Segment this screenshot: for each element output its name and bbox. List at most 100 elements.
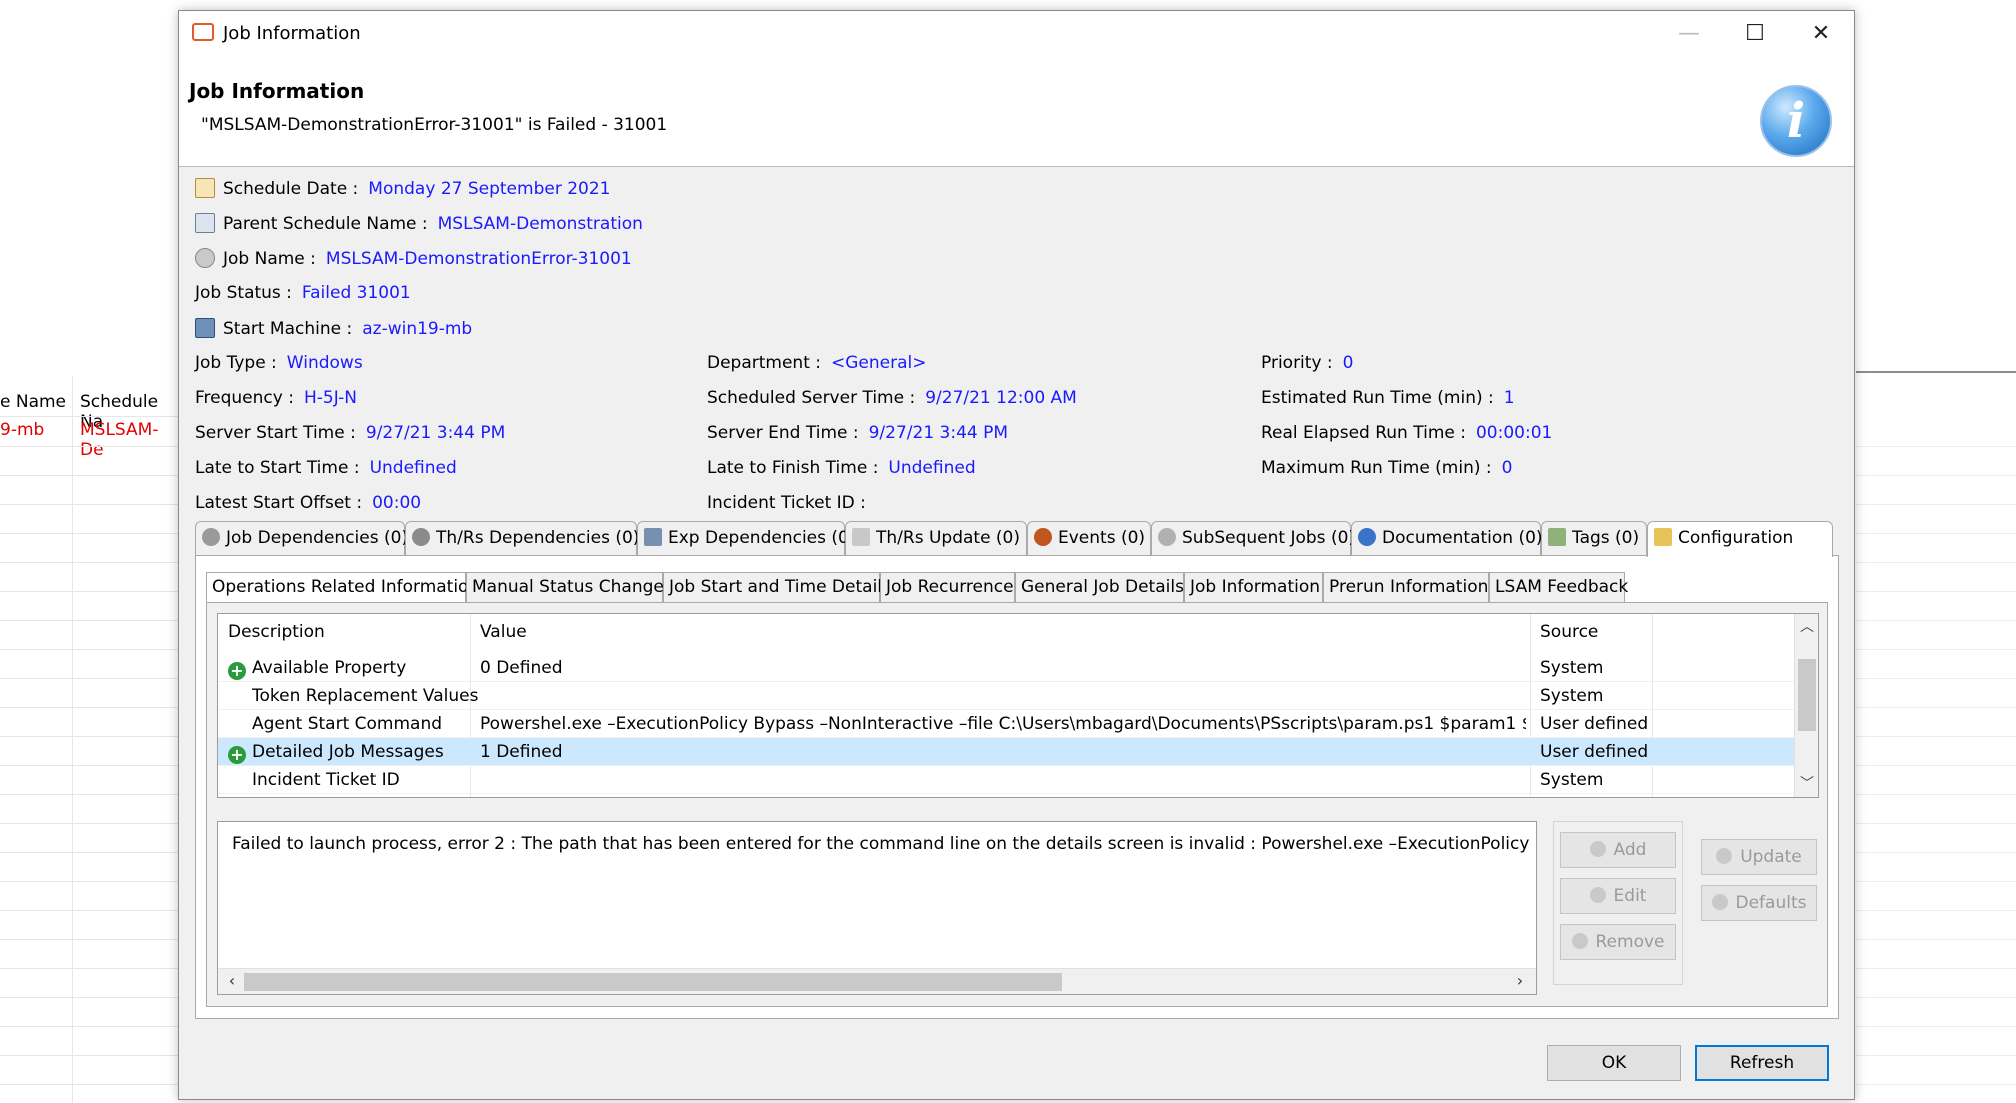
row-source: System [1540, 686, 1604, 706]
vertical-scrollbar[interactable]: ︿ ﹀ [1794, 614, 1818, 797]
background-row-line [0, 881, 180, 882]
background-row-line [0, 794, 180, 795]
table-row[interactable]: Incident Ticket ID System [218, 766, 1794, 794]
pencil-icon [1654, 528, 1672, 546]
background-row-line [0, 416, 180, 417]
background-row-line [1856, 910, 2016, 911]
dialog-header: Job Information "MSLSAM-DemonstrationErr… [179, 55, 1854, 167]
tab-exp-dependencies[interactable]: Exp Dependencies (0) [637, 521, 855, 555]
subtab-manual-status-changes[interactable]: Manual Status Changes [466, 572, 673, 602]
department-field: Department : <General> [707, 353, 927, 373]
scroll-right-icon[interactable]: › [1508, 971, 1532, 990]
background-row-line [1856, 620, 2016, 621]
subtab-lsam-feedback[interactable]: LSAM Feedback [1489, 572, 1628, 602]
edit-icon [1589, 887, 1606, 903]
server-start-time-field: Server Start Time :9/27/21 3:44 PM [195, 423, 506, 443]
background-row-line [0, 591, 180, 592]
col-header-description[interactable]: Description [228, 622, 325, 650]
close-button[interactable]: ✕ [1788, 11, 1854, 55]
help-icon [1358, 528, 1376, 546]
subtab-operations-related-information[interactable]: Operations Related Information [206, 572, 479, 602]
background-row-line [1856, 736, 2016, 737]
subtab-job-start-and-time-details[interactable]: Job Start and Time Details [663, 572, 891, 602]
expand-icon[interactable]: + [228, 742, 246, 764]
estimated-run-time-field: Estimated Run Time (min) :1 [1261, 388, 1515, 408]
tab-thrs-update[interactable]: Th/Rs Update (0) [845, 521, 1027, 555]
tab-tags[interactable]: Tags (0) [1541, 521, 1647, 555]
background-row-line [0, 504, 180, 505]
main-tabbar: Job Dependencies (0) Th/Rs Dependencies … [195, 521, 1839, 557]
latest-start-offset-field: Latest Start Offset :00:00 [195, 493, 422, 513]
background-row-line [0, 968, 180, 969]
table-row[interactable]: Agent Start Command Powershel.exe –Execu… [218, 710, 1794, 738]
table-row[interactable]: + Available Property 0 Defined System [218, 654, 1794, 682]
tab-configuration[interactable]: Configuration [1647, 521, 1833, 557]
scroll-down-icon[interactable]: ﹀ [1795, 773, 1819, 795]
edit-button[interactable]: Edit [1560, 878, 1676, 914]
job-name-field: Job Name : MSLSAM-DemonstrationError-3100… [195, 248, 632, 269]
header-subtitle: "MSLSAM-DemonstrationError-31001" is Fai… [201, 115, 668, 135]
background-row-line [1856, 852, 2016, 853]
schedule-date-field: Schedule Date : Monday 27 September 2021 [195, 178, 610, 199]
row-description: Detailed Job Messages [252, 742, 444, 762]
row-description: Incident Ticket ID [252, 770, 400, 790]
scrollbar-thumb[interactable] [1798, 659, 1816, 731]
background-row-line [1856, 1084, 2016, 1085]
add-icon [1589, 841, 1606, 857]
table-row[interactable]: + Detailed Job Messages 1 Defined User d… [218, 738, 1794, 766]
horizontal-scrollbar[interactable]: ‹ › [218, 968, 1536, 994]
background-row-line [1856, 533, 2016, 534]
remove-button[interactable]: Remove [1560, 924, 1676, 960]
background-col-header: Schedule Na [80, 392, 159, 432]
subtab-job-information[interactable]: Job Information [1184, 572, 1323, 602]
background-row-line [0, 678, 180, 679]
start-machine-field: Start Machine : az-win19-mb [195, 318, 472, 339]
background-row-line [0, 562, 180, 563]
background-row-line [1856, 678, 2016, 679]
maximum-run-time-field: Maximum Run Time (min) :0 [1261, 458, 1513, 478]
tab-events[interactable]: Events (0) [1027, 521, 1151, 555]
job-information-dialog: Job Information — ☐ ✕ Job Information "M… [178, 10, 1855, 1100]
background-row-line [1856, 707, 2016, 708]
job-message-box[interactable]: Failed to launch process, error 2 : The … [217, 821, 1537, 995]
scroll-up-icon[interactable]: ︿ [1795, 616, 1819, 638]
background-row-line [0, 533, 180, 534]
col-header-value[interactable]: Value [480, 622, 527, 650]
update-button[interactable]: Update [1701, 839, 1817, 875]
row-description: Token Replacement Values [252, 686, 479, 706]
refresh-button[interactable]: Refresh [1695, 1045, 1829, 1081]
events-icon [1034, 528, 1052, 546]
ok-button[interactable]: OK [1547, 1045, 1681, 1081]
background-row-line [0, 823, 180, 824]
row-description: Available Property [252, 658, 407, 678]
defaults-button[interactable]: Defaults [1701, 885, 1817, 921]
tab-job-dependencies[interactable]: Job Dependencies (0) [195, 521, 408, 555]
col-header-source[interactable]: Source [1540, 622, 1598, 650]
row-source: User defined [1540, 742, 1649, 762]
scrollbar-thumb[interactable] [244, 973, 1062, 991]
gear-icon [195, 248, 215, 268]
tab-subsequent-jobs[interactable]: SubSequent Jobs (0) [1151, 521, 1355, 555]
subtab-job-recurrence[interactable]: Job Recurrence [880, 572, 1015, 602]
message-buttons-group: Add Edit Remove [1553, 821, 1683, 985]
background-row-line [1856, 1055, 2016, 1056]
maximize-button[interactable]: ☐ [1722, 11, 1788, 55]
add-button[interactable]: Add [1560, 832, 1676, 868]
expand-icon[interactable]: + [228, 658, 246, 680]
background-row-line [0, 736, 180, 737]
update-icon [852, 528, 870, 546]
operations-table: Description Value Source + Available Pro… [217, 613, 1819, 798]
server-end-time-field: Server End Time :9/27/21 3:44 PM [707, 423, 1009, 443]
tag-icon [1548, 528, 1566, 546]
tab-thrs-dependencies[interactable]: Th/Rs Dependencies (0) [405, 521, 639, 555]
subtab-general-job-details[interactable]: General Job Details [1015, 572, 1184, 602]
scroll-left-icon[interactable]: ‹ [220, 971, 244, 990]
minimize-button[interactable]: — [1656, 11, 1722, 55]
tab-documentation[interactable]: Documentation (0) [1351, 521, 1543, 555]
background-row-line [1856, 591, 2016, 592]
title-bar[interactable]: Job Information — ☐ ✕ [179, 11, 1854, 55]
table-row[interactable]: Token Replacement Values System [218, 682, 1794, 710]
update-buttons-group: Update Defaults [1693, 821, 1823, 985]
job-type-field: Job Type : Windows [195, 353, 363, 373]
subtab-prerun-information[interactable]: Prerun Information [1323, 572, 1489, 602]
